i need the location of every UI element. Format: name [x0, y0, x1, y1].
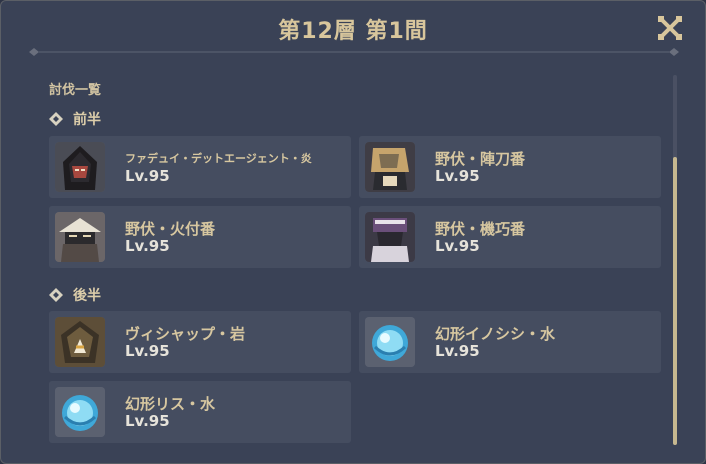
enemy-name: ヴィシャップ・岩 — [125, 325, 246, 343]
enemy-card-fatui-agent[interactable]: ファデュイ・デットエージェント・炎 Lv.95 — [49, 136, 351, 198]
close-button[interactable] — [655, 13, 685, 43]
diamond-icon — [49, 288, 63, 302]
enemy-name: ファデュイ・デットエージェント・炎 — [125, 152, 312, 165]
first-half-header: 前半 — [49, 109, 101, 129]
enemy-card-hydro-squirrel[interactable]: 幻形リス・水 Lv.95 — [49, 381, 351, 443]
enemy-card-nobushi-jintouban[interactable]: 野伏・陣刀番 Lv.95 — [359, 136, 661, 198]
enemy-level: Lv.95 — [125, 342, 170, 360]
title-bar: 第12層 第1間 — [1, 1, 705, 53]
enemy-level: Lv.95 — [435, 342, 480, 360]
nobushi-jintouban-icon — [365, 142, 415, 192]
enemy-level: Lv.95 — [125, 412, 170, 430]
enemy-level: Lv.95 — [435, 167, 480, 185]
scrollbar-thumb[interactable] — [673, 157, 677, 445]
second-half-header: 後半 — [49, 285, 101, 305]
enemy-name: 幻形リス・水 — [125, 395, 216, 413]
enemy-card-nobushi-kikouban[interactable]: 野伏・機巧番 Lv.95 — [359, 206, 661, 268]
first-half-label: 前半 — [73, 112, 101, 128]
close-icon — [658, 16, 682, 40]
enemy-name: 野伏・陣刀番 — [435, 150, 526, 168]
hydro-mimic-boar-icon — [365, 317, 415, 367]
enemy-name: 幻形イノシシ・水 — [435, 325, 556, 343]
diamond-icon — [49, 112, 63, 126]
second-half-label: 後半 — [73, 288, 101, 304]
defeat-list-label: 討伐一覧 — [49, 83, 102, 98]
fatui-agent-icon — [55, 142, 105, 192]
enemy-level: Lv.95 — [435, 237, 480, 255]
geovishap-icon — [55, 317, 105, 367]
abyss-chamber-panel: 第12層 第1間 討伐一覧 前半 ファデュイ・デットエージェント・炎 Lv.95… — [0, 0, 706, 464]
title-divider — [29, 48, 679, 56]
enemy-card-geovishap[interactable]: ヴィシャップ・岩 Lv.95 — [49, 311, 351, 373]
enemy-card-hydro-boar[interactable]: 幻形イノシシ・水 Lv.95 — [359, 311, 661, 373]
enemy-name: 野伏・火付番 — [125, 220, 216, 238]
enemy-card-nobushi-hitsukeban[interactable]: 野伏・火付番 Lv.95 — [49, 206, 351, 268]
hydro-mimic-squirrel-icon — [55, 387, 105, 437]
page-title: 第12層 第1間 — [278, 19, 428, 44]
enemy-level: Lv.95 — [125, 237, 170, 255]
nobushi-hitsukeban-icon — [55, 212, 105, 262]
enemy-level: Lv.95 — [125, 167, 170, 185]
enemy-name: 野伏・機巧番 — [435, 220, 526, 238]
nobushi-kikouban-icon — [365, 212, 415, 262]
